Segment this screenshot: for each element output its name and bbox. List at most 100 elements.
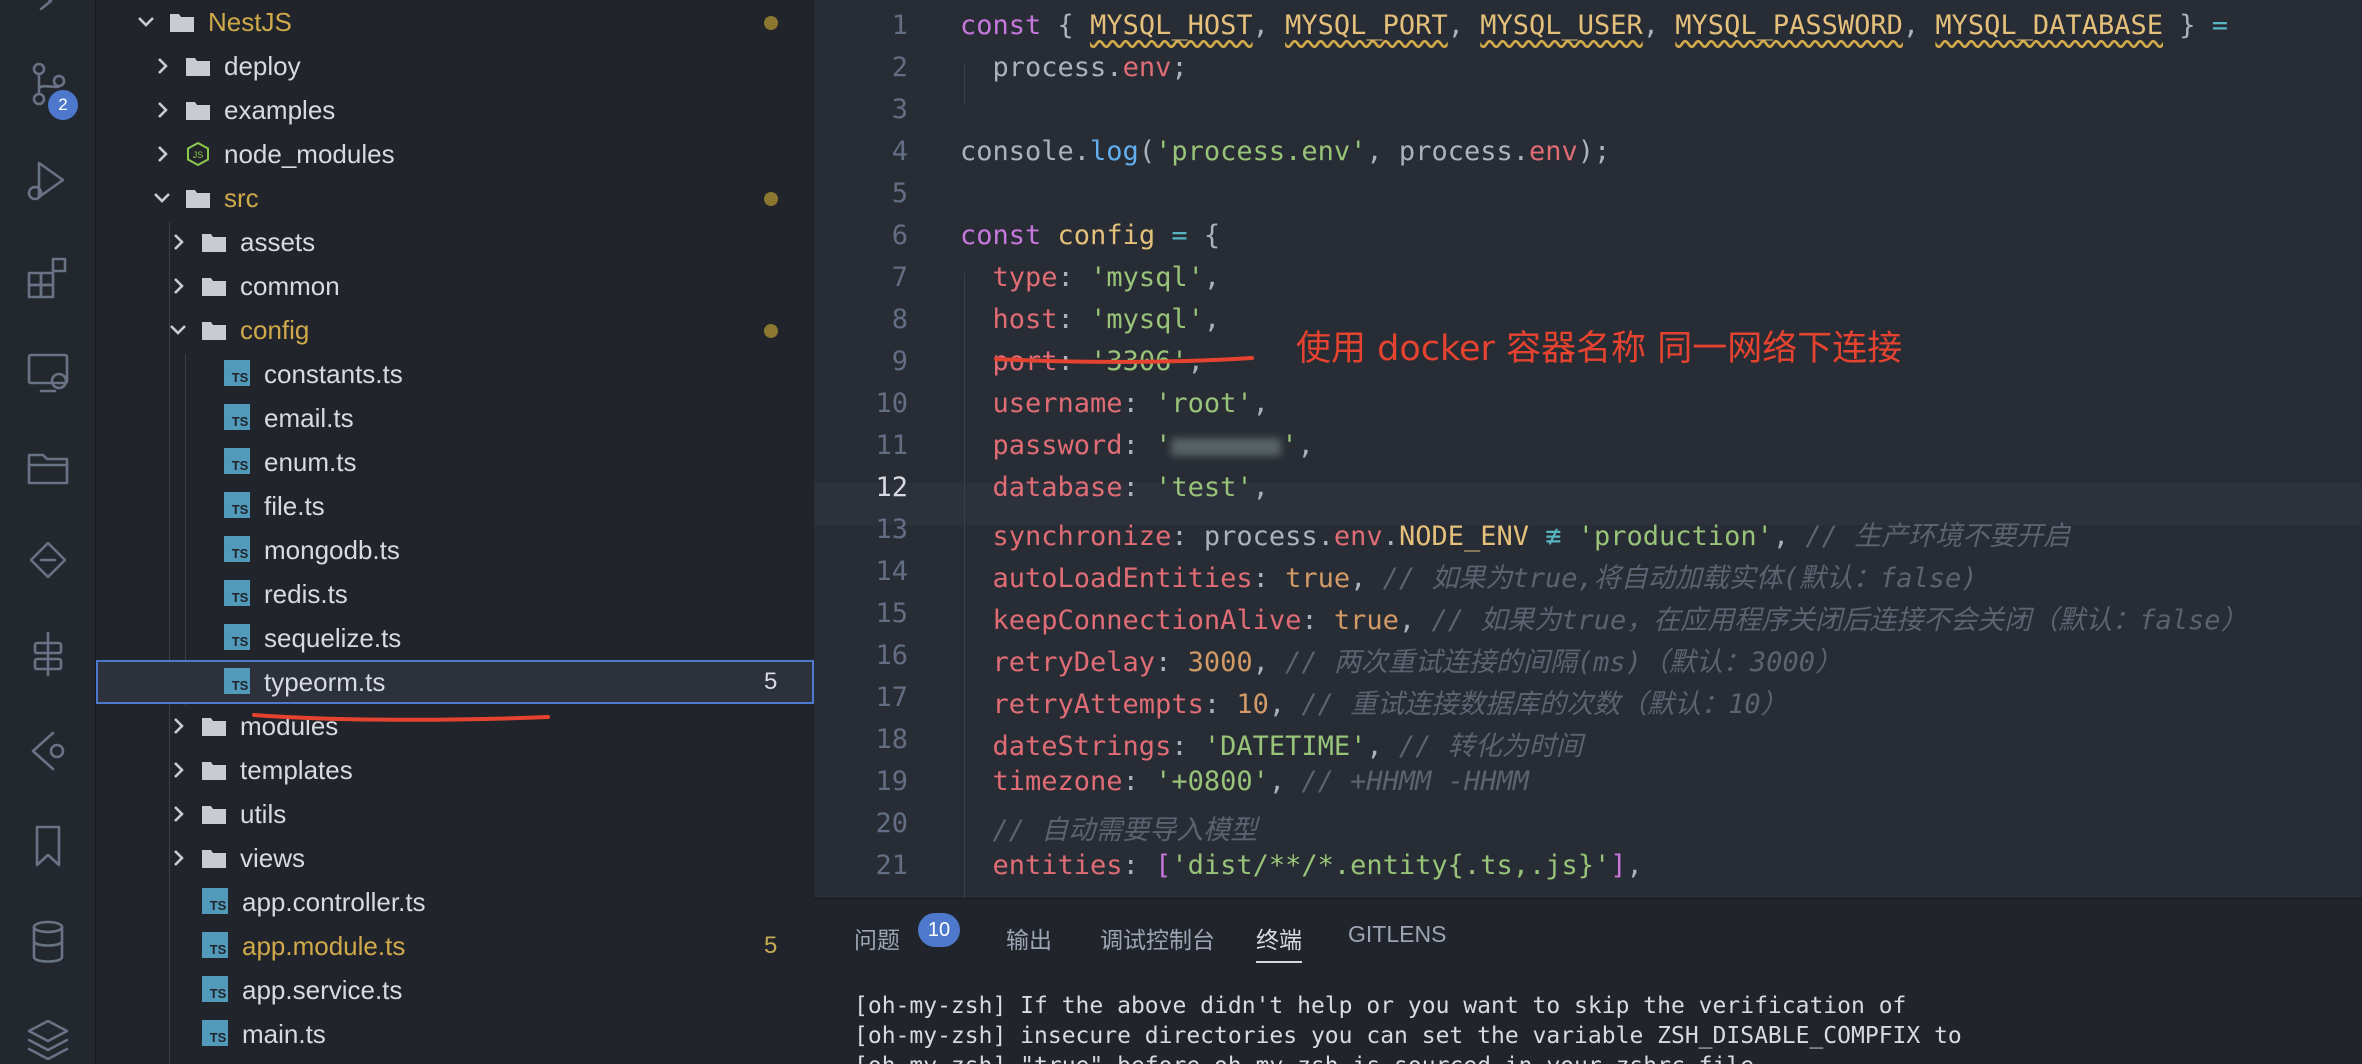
line-number: 8 <box>891 304 908 335</box>
tree-item-sequelize-ts[interactable]: TS sequelize.ts <box>96 616 814 660</box>
line-number: 2 <box>891 52 908 83</box>
tree-item-label: templates <box>240 755 353 785</box>
modified-dot-icon <box>764 192 778 206</box>
code-token: , <box>1268 766 1302 797</box>
line-number: 14 <box>875 556 908 587</box>
tree-item-views[interactable]: views <box>96 836 814 880</box>
code-token: host <box>960 304 1058 335</box>
chevron-right-icon[interactable] <box>166 802 190 826</box>
code-token: MYSQL_PORT <box>1285 10 1448 41</box>
layers-icon[interactable] <box>0 998 96 1064</box>
code-token: type <box>960 262 1058 293</box>
tree-item-app-controller-ts[interactable]: TS app.controller.ts <box>96 880 814 924</box>
timeline-icon[interactable] <box>0 710 96 790</box>
chevron-right-icon[interactable] <box>166 758 190 782</box>
tree-item-label: utils <box>240 799 287 829</box>
source-control-icon[interactable]: 2 <box>0 44 96 124</box>
code-token: ' <box>1155 430 1172 461</box>
code-token: timezone <box>960 766 1123 797</box>
chevron-right-icon[interactable] <box>166 230 190 254</box>
tree-item-src[interactable]: src <box>96 176 814 220</box>
git-graph-icon[interactable] <box>0 614 96 694</box>
tree-item-label: enum.ts <box>264 447 357 477</box>
code-token: : <box>1122 430 1156 461</box>
svg-text:JS: JS <box>193 150 204 160</box>
folders-icon[interactable] <box>0 426 96 506</box>
tree-item-label: examples <box>224 95 336 125</box>
code-editor[interactable]: 1 const { MYSQL_HOST, MYSQL_PORT, MYSQL_U… <box>814 0 2362 898</box>
chevron-right-icon[interactable] <box>150 54 174 78</box>
tree-item-node-modules[interactable]: JS node_modules <box>96 132 814 176</box>
tree-item-label: mongodb.ts <box>264 535 400 565</box>
tree-item-examples[interactable]: examples <box>96 88 814 132</box>
code-token: autoLoadEntities <box>960 563 1253 594</box>
tree-item-enum-ts[interactable]: TS enum.ts <box>96 440 814 484</box>
tree-item-config[interactable]: config <box>96 308 814 352</box>
tree-item-deploy[interactable]: deploy <box>96 44 814 88</box>
folder-icon <box>200 844 228 872</box>
tree-item-templates[interactable]: templates <box>96 748 814 792</box>
line-number: 11 <box>875 430 908 461</box>
chevron-right-icon[interactable] <box>150 98 174 122</box>
tree-item-common[interactable]: common <box>96 264 814 308</box>
tab-debug-console[interactable]: 调试控制台 <box>1100 921 1215 955</box>
folder-icon <box>200 756 228 784</box>
tab-output[interactable]: 输出 <box>1006 921 1052 955</box>
tab-terminal[interactable]: 终端 <box>1256 921 1302 963</box>
tab-gitlens[interactable]: GITLENS <box>1348 921 1446 948</box>
chevron-down-icon[interactable] <box>150 186 174 210</box>
tree-item-main-ts[interactable]: TS main.ts <box>96 1012 814 1056</box>
chevron-right-icon[interactable] <box>166 714 190 738</box>
database-icon[interactable] <box>0 902 96 982</box>
chevron-down-icon[interactable] <box>166 318 190 342</box>
tree-item-label: redis.ts <box>264 579 348 609</box>
code-token: config <box>1057 220 1156 251</box>
tree-item-redis-ts[interactable]: TS redis.ts <box>96 572 814 616</box>
tree-item-utils[interactable]: utils <box>96 792 814 836</box>
code-token: 'process.env' <box>1155 136 1367 167</box>
code-token: log <box>1090 136 1139 167</box>
code-token: dateStrings <box>960 731 1172 762</box>
code-token: , <box>1268 689 1302 720</box>
code-line: keepConnectionAlive: true, // 如果为true，在应… <box>960 598 2248 637</box>
code-token: , <box>1902 10 1936 41</box>
code-token: , <box>1203 262 1221 293</box>
run-debug-icon[interactable] <box>0 140 96 220</box>
line-number: 19 <box>875 766 908 797</box>
tree-item-email-ts[interactable]: TS email.ts <box>96 396 814 440</box>
tree-item-app-service-ts[interactable]: TS app.service.ts <box>96 968 814 1012</box>
bookmark-icon[interactable] <box>0 806 96 886</box>
code-token: , process. <box>1366 136 1529 167</box>
tree-item-label: views <box>240 843 306 873</box>
chevron-right-icon[interactable] <box>166 274 190 298</box>
code-line: entities: ['dist/**/*.entity{.ts,.js}'], <box>960 850 1643 881</box>
tree-item-constants-ts[interactable]: TS constants.ts <box>96 352 814 396</box>
extensions-icon[interactable] <box>0 238 96 318</box>
tree-item-nestjs[interactable]: NestJS <box>96 0 814 44</box>
chevron-right-icon[interactable] <box>166 846 190 870</box>
tree-item-app-module-ts[interactable]: TS app.module.ts 5 <box>96 924 814 968</box>
tree-item-label: app.service.ts <box>242 975 403 1005</box>
tree-item-typeorm-ts[interactable]: TS typeorm.ts 5 <box>96 660 814 704</box>
typescript-file-icon: TS <box>202 932 230 960</box>
tree-item-assets[interactable]: assets <box>96 220 814 264</box>
code-token: = <box>1155 220 1204 251</box>
code-token: env <box>1122 52 1172 83</box>
tree-item-file-ts[interactable]: TS file.ts <box>96 484 814 528</box>
code-token: true <box>1333 605 1399 636</box>
code-token: : <box>1057 262 1091 293</box>
tree-item-mongodb-ts[interactable]: TS mongodb.ts <box>96 528 814 572</box>
chevron-down-icon[interactable] <box>134 10 158 34</box>
tree-item-label: deploy <box>224 51 301 81</box>
remote-explorer-icon[interactable] <box>0 332 96 412</box>
chevron-right-icon[interactable] <box>150 142 174 166</box>
typescript-file-icon: TS <box>202 1020 230 1048</box>
code-token: true <box>1285 563 1351 594</box>
chevron-icon[interactable] <box>0 0 96 40</box>
code-token: 'production' <box>1577 521 1773 552</box>
tab-problems[interactable]: 问题 <box>854 921 900 955</box>
line-number: 10 <box>875 388 908 419</box>
gitlens-icon[interactable] <box>0 520 96 600</box>
typescript-file-icon: TS <box>224 668 252 696</box>
typescript-file-icon: TS <box>224 360 252 388</box>
